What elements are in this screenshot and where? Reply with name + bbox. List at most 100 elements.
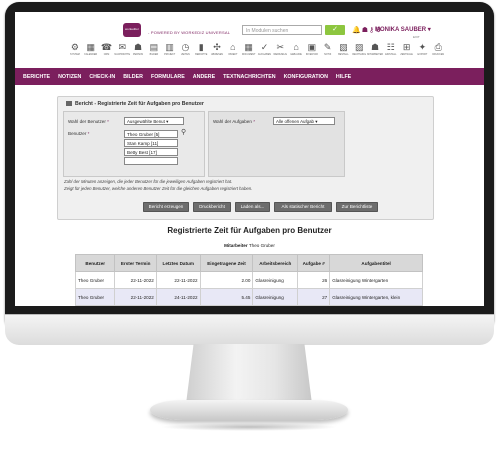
table-cell: Glasreinigung Wintergarten, klein — [329, 288, 423, 306]
module-label: PROJEKT — [164, 53, 176, 56]
bell-icon[interactable]: 🔔 — [352, 27, 362, 34]
module-icon-crm[interactable]: ☎ CRM — [99, 42, 115, 64]
module-icon-export[interactable]: ✦ EXPORT — [415, 42, 431, 64]
rechnung-icon: ▨ — [354, 42, 364, 52]
zeiten-icon: ◷ — [181, 42, 190, 52]
module-icon-aufgaben[interactable]: ✓ AUFGABEN — [257, 42, 273, 64]
module-label: RECHNUNG — [352, 53, 367, 56]
table-cell: 5.45 — [199, 288, 254, 306]
table-cell: Glasreinigung — [252, 271, 299, 289]
column-header: Letztes Datum — [155, 254, 201, 272]
table-cell: Glasreinigung Wintergarten — [329, 271, 423, 289]
module-icon-inventar[interactable]: ▣ INVENTAR — [304, 42, 320, 64]
aufgaben-icon: ✓ — [260, 42, 269, 52]
table-cell: 26 — [297, 271, 331, 289]
report-title: Registrierte Zeit für Aufgaben pro Benut… — [167, 226, 332, 235]
search-button[interactable]: ✓ — [325, 25, 345, 35]
module-icon-berichte[interactable]: ▮ BERICHTE — [193, 42, 209, 64]
table-cell: Glasreinigung — [252, 288, 299, 306]
module-label: GEBÄUDE — [290, 53, 302, 56]
main-menu: BERICHTE NOTIZEN CHECK-IN BILDER FORMULARE AN… — [15, 68, 484, 85]
objekt-icon: ⌂ — [230, 42, 236, 52]
load-as-button[interactable]: Laden als... — [235, 202, 270, 212]
menu-item-andere[interactable]: ANDERE — [193, 74, 215, 80]
module-icon-projekt[interactable]: ▥ PROJEKT — [162, 42, 178, 64]
user-icon[interactable]: ☗ — [362, 27, 369, 34]
zentrale-icon: ⊞ — [402, 42, 411, 52]
print-report-button[interactable]: Druckbericht — [193, 202, 231, 212]
powered-by-text: - POWERED BY WORKEDIZ UNIVERSAL — [148, 30, 231, 35]
module-icon-mitarbeiter[interactable]: ☗ MITARBEITER — [367, 42, 383, 64]
module-icon-gebäude[interactable]: ⌂ GEBÄUDE — [288, 42, 304, 64]
dokument-icon: ▦ — [244, 42, 253, 52]
notiz-icon: ✎ — [323, 42, 332, 52]
module-icon-drucken[interactable]: ⎙ DRUCKEN — [430, 42, 446, 64]
menu-item-konfiguration[interactable]: KONFIGURATION — [284, 74, 328, 80]
report-table: Benutzer Erster Termin Letztes Datum Ein… — [74, 254, 423, 306]
menu-item-check-in[interactable]: CHECK-IN — [89, 74, 115, 80]
exit-link[interactable]: EXIT — [413, 35, 420, 39]
user-item[interactable]: Betty Best [17] — [124, 148, 178, 156]
inventar-icon: ▣ — [307, 42, 317, 52]
module-label: EXPORT — [417, 53, 428, 56]
user-filter-select[interactable]: Ausgewählte Benut ▾ — [124, 117, 184, 125]
user-item-empty[interactable] — [124, 157, 178, 165]
menu-item-hilfe[interactable]: HILFE — [336, 74, 351, 80]
task-filter-label: Wahl der Aufgaben * — [213, 119, 255, 124]
table-cell: Theo Gruber — [74, 288, 116, 306]
table-cell: 2.00 — [199, 271, 254, 289]
generate-report-button[interactable]: Bericht erzeugen — [143, 202, 189, 212]
module-icon-nachrichten[interactable]: ✉ NACHRICHTEN — [114, 42, 130, 64]
form-title: Bericht - Registrierte Zeit für Aufgaben… — [66, 101, 204, 107]
logo-text: workeditor — [125, 27, 139, 31]
table-row: Theo Gruber 22-11-2022 24-11-2022 5.45 G… — [74, 288, 423, 306]
user-item[interactable]: Theo Gruber [5] — [124, 130, 178, 138]
static-report-button[interactable]: Als statischer Bericht — [274, 202, 332, 212]
module-label: DOKUMENT — [241, 53, 256, 56]
monitor-stand-neck — [186, 344, 312, 404]
module-icon-werkzeug[interactable]: ✂ WERKZEUG — [272, 42, 288, 64]
module-icon-rechnung[interactable]: ▨ RECHNUNG — [351, 42, 367, 64]
module-icon-einstell[interactable]: ☷ EINSTELL — [383, 42, 399, 64]
table-cell: 27 — [297, 288, 331, 306]
search-icon[interactable]: ⚲ — [181, 128, 186, 136]
column-header: Arbeitsbereich — [252, 254, 299, 272]
menu-item-formulare[interactable]: FORMULARE — [151, 74, 185, 80]
module-icon-bilder[interactable]: ▤ BILDER — [146, 42, 162, 64]
table-cell: 22-11-2022 — [114, 271, 157, 289]
module-icon-system[interactable]: ⚙ SYSTEM — [67, 42, 83, 64]
person-icon: ☗ — [134, 42, 143, 52]
table-cell: Theo Gruber — [74, 271, 116, 289]
module-icon-dokument[interactable]: ▦ DOKUMENT — [241, 42, 257, 64]
werkzeug-icon: ✂ — [276, 42, 285, 52]
search-input[interactable]: In Modulen suchen — [242, 25, 322, 35]
module-icon-person[interactable]: ☗ PERSON — [130, 42, 146, 64]
abwesen-icon: ✣ — [213, 42, 221, 52]
module-icon-objekt[interactable]: ⌂ OBJEKT — [225, 42, 241, 64]
mitarbeiter-icon: ☗ — [371, 42, 380, 52]
module-icon-zeiten[interactable]: ◷ ZEITEN — [178, 42, 194, 64]
report-list-button[interactable]: Zur Berichtliste — [336, 202, 378, 212]
menu-item-notizen[interactable]: NOTIZEN — [58, 74, 81, 80]
module-icon-abwesen[interactable]: ✣ ABWESEN — [209, 42, 225, 64]
users-label: Benutzer * — [68, 131, 90, 136]
module-icon-zentrale[interactable]: ⊞ ZENTRALE — [399, 42, 415, 64]
export-icon: ✦ — [418, 42, 427, 52]
module-label: NOTIZ — [324, 53, 332, 56]
task-filter-select[interactable]: Alle offenen Aufgab ▾ — [273, 117, 335, 125]
menu-item-textnachrichten[interactable]: TEXTNACHRICHTEN — [223, 74, 275, 80]
monitor-stand-base — [150, 400, 348, 420]
nachrichten-icon: ✉ — [118, 42, 127, 52]
user-name[interactable]: MONIKA SAUBER ▾ — [375, 26, 431, 33]
module-label: CRM — [103, 53, 110, 56]
chart-icon — [66, 101, 72, 107]
user-item[interactable]: Stan Kamp [11] — [124, 139, 178, 147]
module-icon-bestell[interactable]: ▧ BESTELL — [336, 42, 352, 64]
column-header: Aufgabe # — [297, 254, 331, 272]
form-note-2: Zeigt für jeden Benutzer, welche anderen… — [64, 186, 253, 191]
module-label: EINSTELL — [385, 53, 397, 56]
menu-item-bilder[interactable]: BILDER — [123, 74, 143, 80]
menu-item-berichte[interactable]: BERICHTE — [23, 74, 50, 80]
module-icon-notiz[interactable]: ✎ NOTIZ — [320, 42, 336, 64]
module-icon-kalender[interactable]: ▦ KALENDER — [83, 42, 99, 64]
